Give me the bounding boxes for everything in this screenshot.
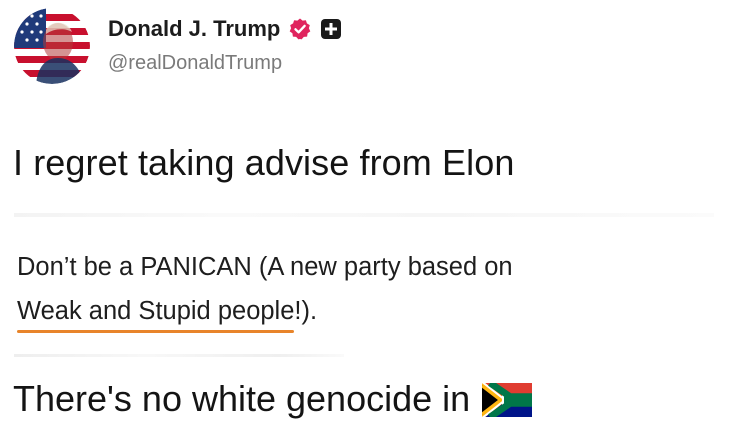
south-africa-flag-icon — [482, 383, 533, 417]
divider-artifact — [14, 354, 344, 357]
underlined-phrase-text: Weak and Stupid people — [17, 297, 295, 325]
verified-badge-icon — [288, 17, 312, 41]
underlined-phrase: Weak and Stupid people — [17, 289, 295, 333]
american-flag-portrait-icon — [14, 8, 90, 84]
caption-bottom-text: There's no white genocide in — [13, 378, 471, 419]
screenshot-page: Donald J. Trump @realDonaldTrump I regre… — [0, 0, 730, 446]
avatar[interactable] — [14, 8, 90, 84]
divider-artifact — [14, 213, 714, 217]
author-name-row: Donald J. Trump — [108, 14, 342, 44]
post-line-1: Don’t be a PANICAN (A new party based on — [17, 253, 513, 281]
post-line-2: Weak and Stupid people!). — [17, 289, 513, 333]
plus-square-icon[interactable] — [320, 18, 342, 40]
caption-bottom: There's no white genocide in — [13, 378, 533, 420]
display-name[interactable]: Donald J. Trump — [108, 16, 280, 42]
orange-underline — [17, 330, 295, 333]
caption-top: I regret taking advise from Elon — [13, 142, 515, 183]
user-handle[interactable]: @realDonaldTrump — [108, 52, 282, 75]
post-line-2-rest: !). — [294, 297, 318, 325]
post-text: Don’t be a PANICAN (A new party based on… — [17, 245, 513, 333]
